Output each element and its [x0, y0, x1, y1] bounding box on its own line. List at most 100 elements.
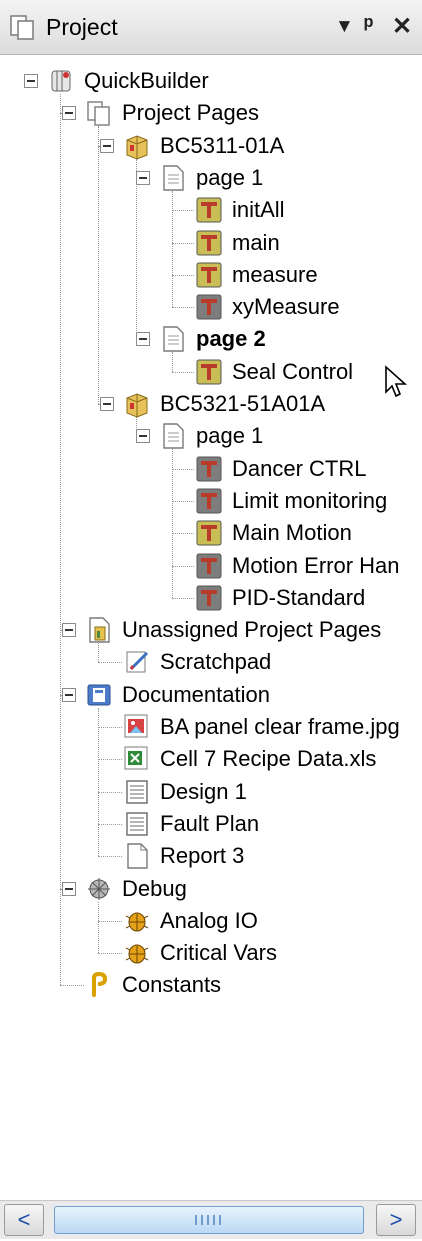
tree-item[interactable]: measure [172, 258, 422, 294]
tree-item[interactable]: Limit monitoring [172, 484, 422, 520]
tree-item[interactable]: Motion Error Han [172, 549, 422, 585]
tree-item[interactable]: Report 3 [100, 839, 422, 875]
mouse-cursor-icon [385, 365, 408, 398]
tree-item-label: Motion Error Han [232, 552, 400, 578]
tree-item[interactable]: initAll [172, 193, 422, 229]
collapse-toggle-icon[interactable] [136, 332, 150, 347]
pin-icon[interactable]: ᵖ [364, 12, 373, 40]
tree-item[interactable]: BC5311-01A [100, 129, 422, 165]
form-icon [122, 809, 152, 839]
function-block-gray-icon [194, 454, 224, 484]
page-icon [158, 324, 188, 354]
tree-item-label: PID-Standard [232, 584, 366, 610]
tree-item[interactable]: QuickBuilder [24, 64, 422, 100]
tree-item[interactable]: Main Motion [172, 516, 422, 552]
tree-item[interactable]: Unassigned Project Pages [62, 613, 422, 649]
tree-item[interactable]: Fault Plan [100, 807, 422, 843]
chevron-down-icon[interactable]: ▼ [335, 16, 354, 38]
image-file-icon [122, 712, 152, 742]
function-block-gray-icon [194, 292, 224, 322]
tree-item[interactable]: Documentation [62, 678, 422, 714]
tree-item[interactable]: Scratchpad [100, 645, 422, 681]
unassigned-pages-icon [84, 615, 114, 645]
controller-icon [122, 131, 152, 161]
tree-item[interactable]: PID-Standard [172, 581, 422, 617]
collapse-toggle-icon[interactable] [62, 881, 76, 896]
tree-item[interactable]: page 1 [136, 161, 422, 197]
pages-icon [84, 98, 114, 128]
scroll-right-icon[interactable]: > [376, 1204, 416, 1236]
project-tree: QuickBuilder Project Pages BC5311-01A page … [0, 54, 422, 1184]
tree-item-label: Limit monitoring [232, 487, 388, 513]
tree-item[interactable]: Design 1 [100, 775, 422, 811]
tree-item[interactable]: Analog IO [100, 904, 422, 940]
collapse-toggle-icon[interactable] [136, 170, 150, 185]
tree-item-label: Design 1 [160, 778, 247, 804]
horizontal-scrollbar[interactable]: < > [0, 1200, 422, 1239]
function-block-icon [194, 518, 224, 548]
tree-item-label: QuickBuilder [84, 68, 209, 93]
controller-icon [122, 389, 152, 419]
scroll-thumb[interactable] [54, 1206, 364, 1234]
tree-item[interactable]: Constants [62, 968, 422, 1004]
tree-item-label: Debug [122, 875, 187, 901]
tree-connector-line [98, 901, 99, 954]
debug-icon [84, 874, 114, 904]
tree-connector-line [60, 94, 61, 986]
tree-item-label: Fault Plan [160, 810, 260, 836]
quickbuilder-icon [46, 66, 76, 96]
tree-item-label: Constants [122, 972, 222, 998]
tree-item-label: page 1 [196, 423, 264, 449]
tree-item-label: Main Motion [232, 520, 352, 546]
excel-file-icon [122, 744, 152, 774]
tree-item[interactable]: BC5321-51A01A [100, 387, 422, 423]
tree-item-label: BC5321-51A01A [160, 391, 326, 416]
tree-item-label: main [232, 229, 280, 255]
tree-item-label: measure [232, 261, 318, 287]
tree-item[interactable]: BA panel clear frame.jpg [100, 710, 422, 746]
project-pages-icon [10, 15, 34, 40]
tree-item[interactable]: page 2 [136, 322, 422, 358]
function-block-gray-icon [194, 551, 224, 581]
collapse-toggle-icon[interactable] [100, 138, 114, 153]
function-block-gray-icon [194, 486, 224, 516]
tree-item-label: Critical Vars [160, 940, 277, 966]
tree-item[interactable]: Dancer CTRL [172, 452, 422, 488]
tree-item-label: Cell 7 Recipe Data.xls [160, 746, 377, 772]
scroll-thumb-grip [195, 1215, 221, 1225]
tree-item[interactable]: Critical Vars [100, 936, 422, 972]
function-block-gray-icon [194, 583, 224, 613]
collapse-toggle-icon[interactable] [24, 74, 38, 88]
tree-item-label: Dancer CTRL [232, 455, 367, 481]
tree-item[interactable]: page 1 [136, 419, 422, 455]
tree-item-label: Seal Control [232, 358, 354, 384]
scroll-left-icon[interactable]: < [4, 1204, 44, 1236]
collapse-toggle-icon[interactable] [62, 687, 76, 702]
bug-icon [122, 938, 152, 968]
tree-item-label: Unassigned Project Pages [122, 617, 382, 643]
report-icon [122, 841, 152, 871]
tree-item[interactable]: Project Pages [62, 96, 422, 132]
tree-item-label: Report 3 [160, 843, 245, 869]
form-icon [122, 777, 152, 807]
panel-title: Project [46, 14, 118, 40]
close-icon[interactable]: ✕ [392, 12, 412, 41]
tree-connector-line [98, 707, 99, 857]
tree-item-label: BC5311-01A [160, 132, 285, 158]
tree-item-label: page 1 [196, 164, 264, 190]
tree-item[interactable]: Cell 7 Recipe Data.xls [100, 742, 422, 778]
tree-item[interactable]: Debug [62, 872, 422, 908]
tree-item-label: Scratchpad [160, 649, 272, 675]
function-block-icon [194, 195, 224, 225]
documentation-icon [84, 680, 114, 710]
bug-icon [122, 906, 152, 936]
collapse-toggle-icon[interactable] [136, 429, 150, 444]
collapse-toggle-icon[interactable] [100, 397, 114, 411]
constants-icon [84, 970, 114, 1000]
tree-item[interactable]: main [172, 226, 422, 262]
tree-item[interactable]: xyMeasure [172, 290, 422, 326]
collapse-toggle-icon[interactable] [62, 623, 76, 638]
collapse-toggle-icon[interactable] [62, 106, 76, 121]
function-block-icon [194, 357, 224, 387]
page-icon [158, 421, 188, 451]
